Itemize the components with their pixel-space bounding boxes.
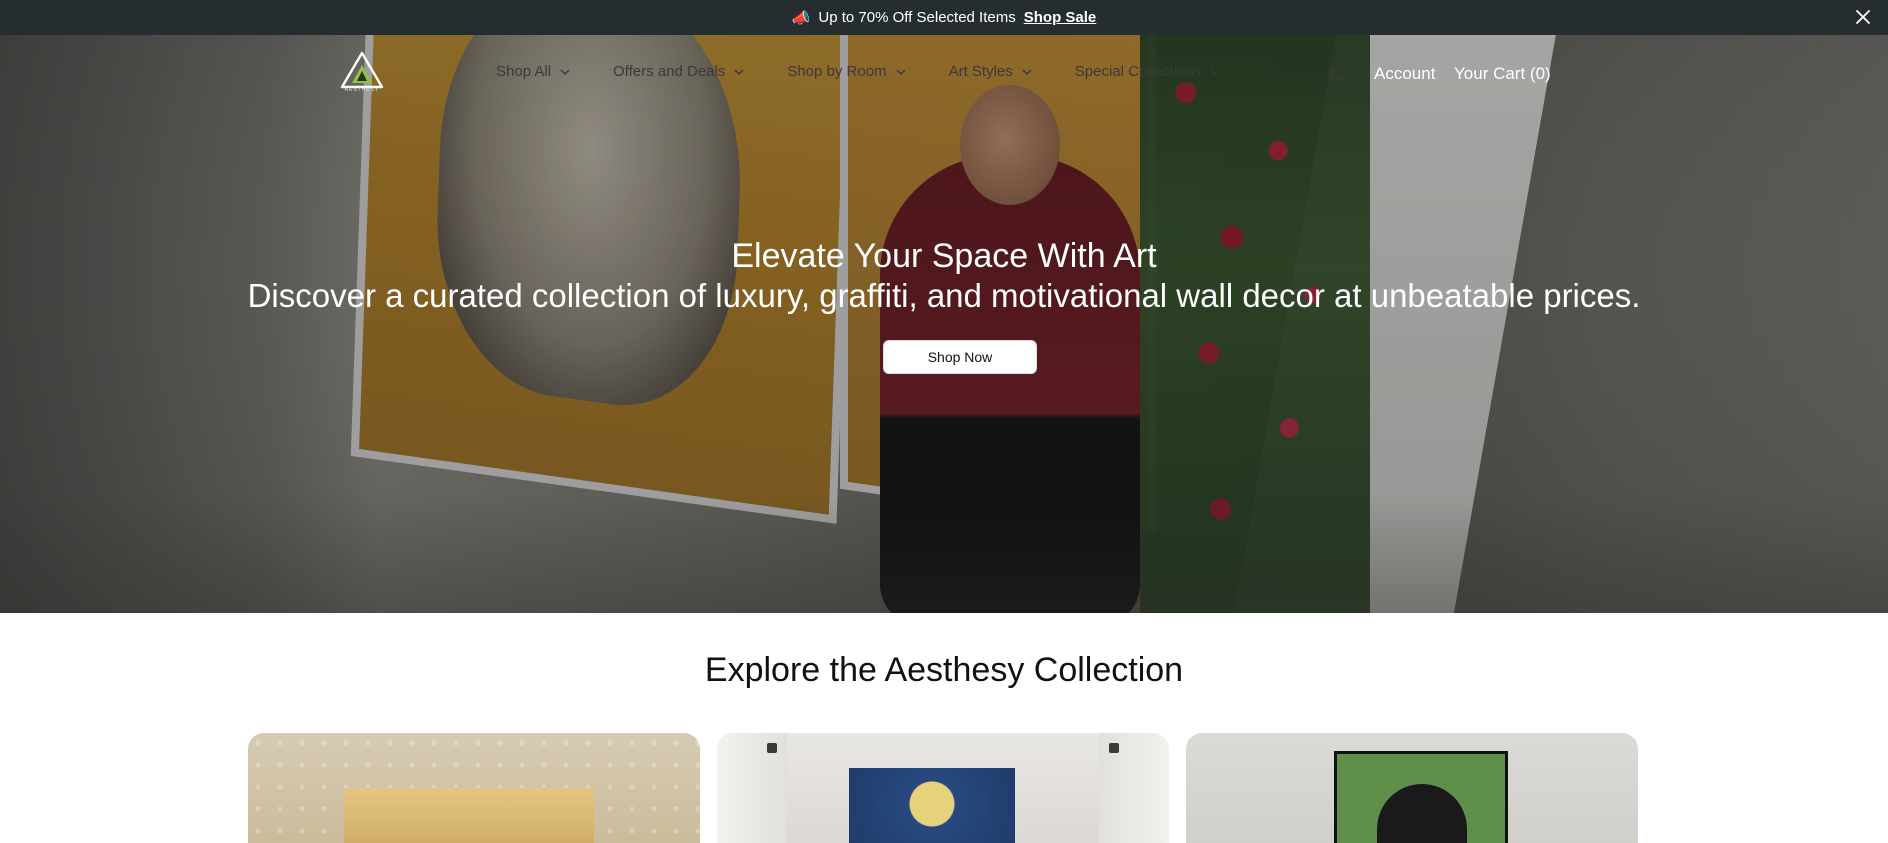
search-icon[interactable]	[1328, 65, 1348, 85]
hero-subtitle: Discover a curated collection of luxury,…	[247, 277, 1641, 314]
megaphone-icon: 📣	[791, 9, 811, 27]
brand-name: AESTHESY	[344, 87, 380, 93]
card-artwork-image	[344, 788, 594, 843]
chevron-down-icon	[1210, 68, 1221, 75]
nav-shop-all[interactable]: Shop All	[496, 63, 571, 80]
collection-card[interactable]	[717, 733, 1169, 843]
brand-logo[interactable]: AESTHESY	[338, 51, 386, 99]
main-nav: Shop All Offers and Deals Shop by Room A…	[496, 63, 1263, 80]
chevron-down-icon	[896, 68, 906, 75]
nav-shop-by-room[interactable]: Shop by Room	[787, 63, 906, 80]
card-artwork-image	[1334, 751, 1508, 843]
shop-sale-link[interactable]: Shop Sale	[1024, 9, 1097, 26]
nav-art-styles[interactable]: Art Styles	[949, 63, 1033, 80]
close-icon[interactable]	[1854, 8, 1872, 26]
hero-content: Elevate Your Space With Art Discover a c…	[0, 236, 1888, 316]
announcement-text: Up to 70% Off Selected Items	[818, 9, 1016, 26]
card-artwork-image	[849, 768, 1015, 843]
collection-cards	[248, 733, 1640, 843]
chevron-down-icon	[734, 68, 744, 75]
announcement-bar: 📣 Up to 70% Off Selected Items Shop Sale	[0, 0, 1888, 35]
nav-offers-and-deals[interactable]: Offers and Deals	[613, 63, 745, 80]
collection-card[interactable]	[1186, 733, 1638, 843]
shop-now-button[interactable]: Shop Now	[883, 340, 1037, 374]
collection-title: Explore the Aesthesy Collection	[704, 651, 1184, 689]
cart-link[interactable]: Your Cart (0)	[1454, 64, 1551, 84]
chevron-down-icon	[1022, 68, 1032, 75]
hero-banner	[0, 35, 1888, 613]
hero-title: Elevate Your Space With Art	[731, 237, 1157, 275]
chevron-down-icon	[560, 68, 570, 75]
collection-card[interactable]	[248, 733, 700, 843]
account-link[interactable]: Account	[1374, 64, 1435, 84]
nav-special-collections[interactable]: Special Collections	[1075, 63, 1222, 80]
site-header: AESTHESY Shop All Offers and Deals Shop …	[0, 35, 1888, 115]
